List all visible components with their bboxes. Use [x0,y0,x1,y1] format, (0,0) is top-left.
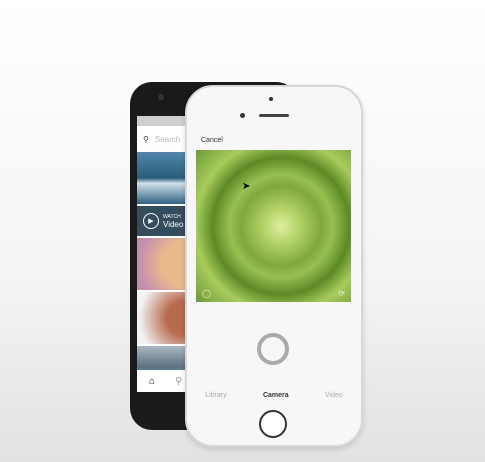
tab-camera[interactable]: Camera [263,392,289,399]
tab-video[interactable]: Video [325,392,343,399]
video-label: Video [163,219,184,229]
front-camera-dot [269,97,273,101]
front-phone: Cancel ➤ ◯ ⟳ Library Camera Video [185,85,363,447]
tab-library[interactable]: Library [205,392,226,399]
cancel-button[interactable]: Cancel [201,137,223,144]
front-camera [240,113,245,118]
camera-mode-tabs: Library Camera Video [187,392,361,399]
camera-preview[interactable]: ➤ ◯ ⟳ [196,150,351,302]
home-icon[interactable]: ⌂ [149,376,155,387]
flip-camera-icon[interactable]: ⟳ [338,289,345,298]
shutter-button[interactable] [257,333,289,365]
search-icon: ⚲ [143,134,149,144]
search-input[interactable]: Search [155,135,180,144]
search-nav-icon[interactable]: ⚲ [175,376,182,387]
mouse-cursor-icon: ➤ [242,181,251,192]
front-camera [158,94,164,100]
grid-icon[interactable]: ◯ [202,289,211,298]
home-button[interactable] [259,410,287,438]
speaker [259,114,289,117]
play-icon: ▶ [143,213,159,229]
